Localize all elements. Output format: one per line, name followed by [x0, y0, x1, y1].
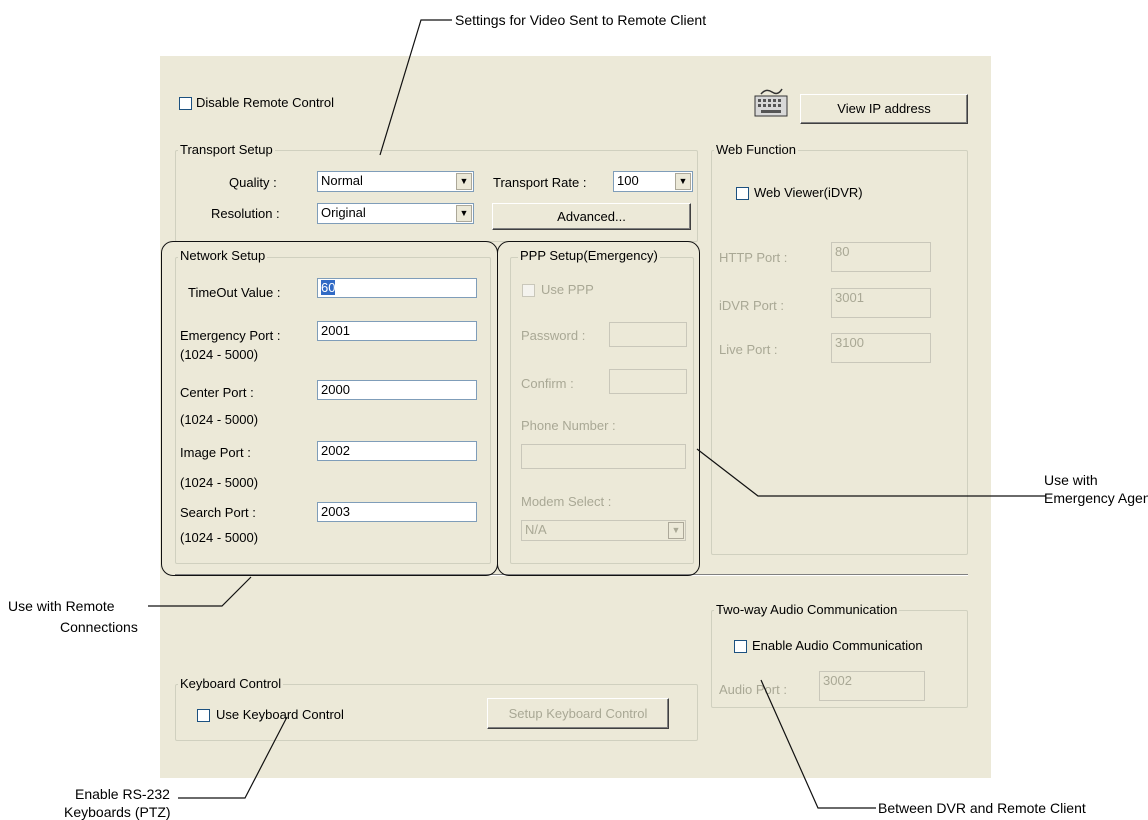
annotation-rs232-line2: Keyboards (PTZ) — [64, 804, 171, 820]
annotation-audio-between: Between DVR and Remote Client — [878, 800, 1086, 816]
annotation-rs232-line1: Enable RS-232 — [75, 786, 170, 802]
callout-lines — [148, 19, 1046, 809]
annotation-video-settings: Settings for Video Sent to Remote Client — [455, 12, 707, 28]
annotation-emergency-line2: Emergency Agent — [1044, 490, 1148, 506]
annotation-remote-line1: Use with Remote — [8, 598, 115, 614]
annotation-remote-line2: Connections — [60, 619, 138, 635]
annotation-emergency-line1: Use with — [1044, 472, 1098, 488]
